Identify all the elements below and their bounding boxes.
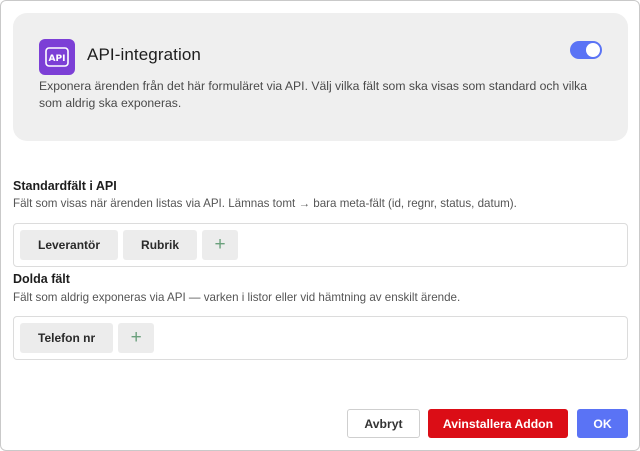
standard-fields-description: Fält som visas när ärenden listas via AP… bbox=[13, 197, 517, 210]
api-icon-glyph: API bbox=[45, 47, 69, 67]
addon-card: API API-integration Exponera ärenden frå… bbox=[13, 13, 628, 141]
add-hidden-field-button[interactable]: + bbox=[118, 323, 155, 353]
ok-button[interactable]: OK bbox=[577, 409, 628, 438]
field-chip-rubrik[interactable]: Rubrik bbox=[123, 230, 198, 260]
svg-text:API: API bbox=[49, 54, 66, 64]
api-icon: API bbox=[39, 39, 75, 75]
toggle-knob bbox=[586, 43, 600, 57]
cancel-button[interactable]: Avbryt bbox=[347, 409, 420, 438]
hidden-fields-description: Fält som aldrig exponeras via API — vark… bbox=[13, 291, 461, 304]
standard-fields-title: Standardfält i API bbox=[13, 179, 117, 193]
addon-title: API-integration bbox=[87, 45, 201, 64]
uninstall-addon-button[interactable]: Avinstallera Addon bbox=[428, 409, 568, 438]
addon-settings-dialog: API API-integration Exponera ärenden frå… bbox=[0, 0, 640, 451]
standard-fields-box: Leverantör Rubrik + bbox=[13, 223, 628, 267]
hidden-fields-box: Telefon nr + bbox=[13, 316, 628, 360]
addon-enabled-toggle[interactable] bbox=[570, 41, 602, 59]
field-chip-leverantor[interactable]: Leverantör bbox=[20, 230, 119, 260]
add-standard-field-button[interactable]: + bbox=[202, 230, 239, 260]
hidden-fields-title: Dolda fält bbox=[13, 272, 70, 286]
addon-description: Exponera ärenden från det här formuläret… bbox=[39, 79, 588, 110]
field-chip-telefon-nr[interactable]: Telefon nr bbox=[20, 323, 114, 353]
